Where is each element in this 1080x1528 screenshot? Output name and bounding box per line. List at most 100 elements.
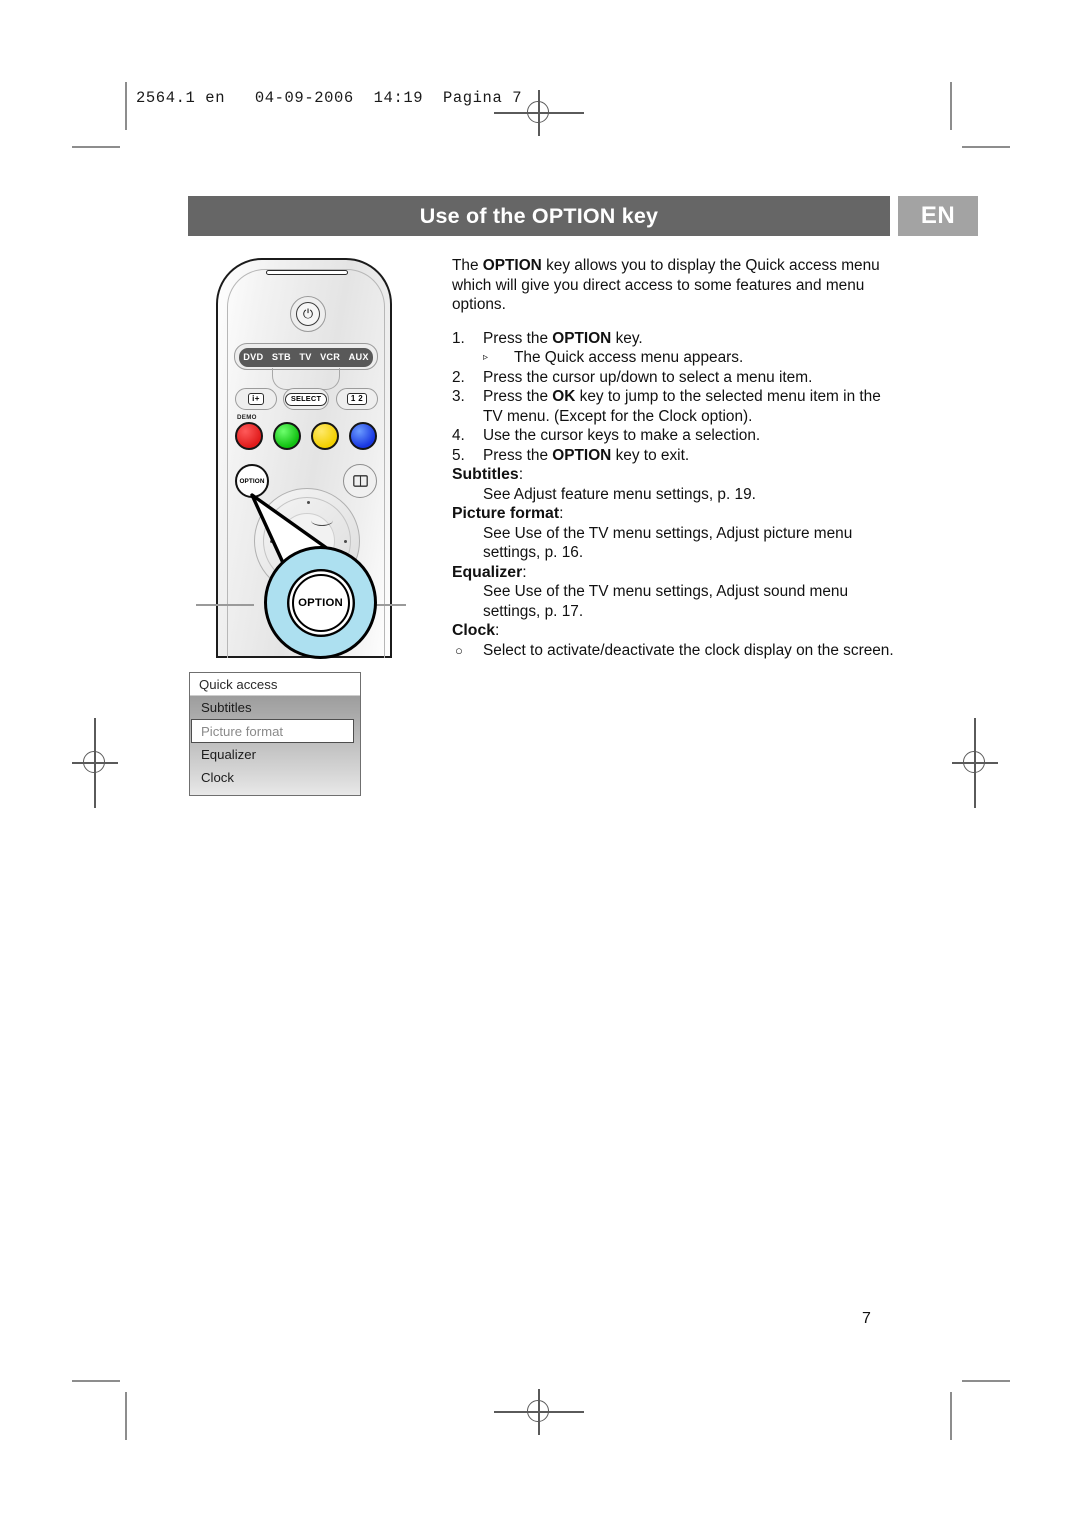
mode-select-connector <box>272 368 340 390</box>
crop-mark-top-left-horizontal <box>72 146 120 148</box>
step-1: 1. Press the OPTION key. <box>452 329 904 349</box>
section-equalizer-colon: : <box>522 563 527 581</box>
registration-mark-bottom <box>494 1389 584 1435</box>
callout-disc: OPTION <box>264 546 377 659</box>
mode-tv[interactable]: TV <box>299 352 311 362</box>
step-4-part1: Use the cursor keys to make a selection. <box>483 427 761 444</box>
book-icon <box>352 475 368 487</box>
step-5: 5. Press the OPTION key to exit. <box>452 446 904 466</box>
section-body-subtitles: See Adjust feature menu settings, p. 19. <box>483 485 756 503</box>
quick-access-menu-title: Quick access <box>190 673 360 696</box>
crop-mark-bottom-right-horizontal <box>962 1380 1010 1382</box>
section-body-clock: ○ Select to activate/deactivate the clock… <box>452 641 904 661</box>
printer-slug-line: 2564.1 en 04-09-2006 14:19 Pagina 7 <box>136 89 523 107</box>
step-3-bold: OK <box>552 388 576 405</box>
section-body-equalizer: See Use of the TV menu settings, Adjust … <box>483 583 849 620</box>
section-clock-title: Clock <box>452 622 496 639</box>
crop-mark-top-left-vertical <box>125 82 127 130</box>
quick-access-menu: Quick access Subtitles Picture format Eq… <box>189 672 361 796</box>
section-heading-equalizer: Equalizer: <box>452 563 904 583</box>
yellow-color-button[interactable] <box>311 422 339 450</box>
registration-mark-right <box>952 718 998 808</box>
intro-part1: The <box>452 257 483 274</box>
section-body-picture-format: See Use of the TV menu settings, Adjust … <box>483 524 853 562</box>
mode-vcr[interactable]: VCR <box>320 352 340 362</box>
step-3-part1: Press the <box>483 388 553 405</box>
body-content: The OPTION key allows you to display the… <box>452 256 904 660</box>
intro-bold-option: OPTION <box>482 257 542 274</box>
step-5-bold: OPTION <box>552 446 612 464</box>
power-icon: ⏻ <box>296 302 320 326</box>
green-color-button[interactable] <box>273 422 301 450</box>
pip-icon: 1 2 <box>346 393 368 405</box>
intro-paragraph: The OPTION key allows you to display the… <box>452 256 904 315</box>
step-5-part2: key to exit. <box>611 446 690 464</box>
page-title-prefix: Use of the <box>419 203 532 228</box>
callout-option-label: OPTION <box>298 596 343 609</box>
step-1-substep: ▹ The Quick access menu appears. <box>483 348 904 368</box>
step-1-bold: OPTION <box>552 329 612 347</box>
registration-mark-left <box>72 718 118 808</box>
menu-item-picture-format[interactable]: Picture format <box>191 719 354 743</box>
step-3: 3. Press the OK key to jump to the select… <box>452 387 904 426</box>
section-picture-format-colon: : <box>559 505 564 522</box>
mode-dvd[interactable]: DVD <box>243 352 263 362</box>
section-heading-subtitles: Subtitles: <box>452 465 904 485</box>
crop-mark-bottom-right-vertical <box>950 1392 952 1440</box>
section-heading-clock: Clock: <box>452 621 904 641</box>
blue-color-button[interactable] <box>349 422 377 450</box>
red-color-button[interactable] <box>235 422 263 450</box>
section-picture-format-title: Picture format <box>452 505 560 522</box>
select-button[interactable]: SELECT <box>283 388 329 410</box>
crop-mark-top-right-horizontal <box>962 146 1010 148</box>
step-2-number: 2. <box>452 368 465 386</box>
option-button-label: OPTION <box>239 477 265 485</box>
registration-mark-top <box>494 90 584 136</box>
step-1-substep-text: The Quick access menu appears. <box>514 349 744 366</box>
step-3-number: 3. <box>452 388 465 405</box>
section-equalizer-title: Equalizer <box>452 563 523 581</box>
remote-ir-slot <box>266 270 348 275</box>
section-clock-colon: : <box>495 622 500 639</box>
crop-mark-bottom-left-horizontal <box>72 1380 120 1382</box>
step-2: 2. Press the cursor up/down to select a m… <box>452 368 904 388</box>
steps-list: 1. Press the OPTION key. ▹ The Quick acces… <box>452 329 904 466</box>
crop-mark-top-right-vertical <box>950 82 952 130</box>
section-subtitles-title: Subtitles <box>452 466 519 483</box>
step-1-part1: Press the <box>483 329 553 347</box>
power-button[interactable]: ⏻ <box>290 296 326 332</box>
language-badge: EN <box>898 196 978 236</box>
step-5-number: 5. <box>452 446 465 464</box>
quick-access-menu-items: Subtitles Picture format Equalizer Clock <box>190 696 360 795</box>
page-title-band: Use of the OPTION key <box>188 196 890 236</box>
page-title: Use of the OPTION key <box>420 204 658 229</box>
mode-stb[interactable]: STB <box>272 352 291 362</box>
clock-bullet-icon: ○ <box>455 642 463 658</box>
substep-marker-icon: ▹ <box>483 352 489 363</box>
pip-button[interactable]: 1 2 <box>336 388 378 410</box>
section-heading-picture-format: Picture format: <box>452 504 904 524</box>
page-title-keyword: OPTION <box>531 203 616 228</box>
menu-item-subtitles[interactable]: Subtitles <box>190 696 360 719</box>
mode-selector-bar: DVD STB TV VCR AUX <box>234 343 378 370</box>
mode-selector-labels: DVD STB TV VCR AUX <box>239 347 373 367</box>
page-title-suffix: key <box>615 203 659 228</box>
menu-item-clock[interactable]: Clock <box>190 766 360 789</box>
step-1-number: 1. <box>452 329 465 347</box>
section-clock-text: Select to activate/deactivate the clock … <box>483 641 894 659</box>
step-1-part2: key. <box>611 329 643 347</box>
select-label: SELECT <box>284 392 328 406</box>
step-5-part1: Press the <box>483 446 553 464</box>
crop-mark-bottom-left-vertical <box>125 1392 127 1440</box>
callout-option-key[interactable]: OPTION <box>291 573 350 632</box>
step-4: 4. Use the cursor keys to make a selectio… <box>452 426 904 446</box>
step-2-part1: Press the cursor up/down to select a men… <box>483 368 813 386</box>
info-button[interactable]: i+ <box>235 388 277 410</box>
info-icon: i+ <box>248 393 264 405</box>
page-number: 7 <box>862 1310 871 1327</box>
menu-item-equalizer[interactable]: Equalizer <box>190 743 360 766</box>
mode-aux[interactable]: AUX <box>349 352 369 362</box>
demo-label: DEMO <box>237 414 257 421</box>
option-key-callout: OPTION <box>264 546 377 659</box>
section-subtitles-colon: : <box>518 466 524 483</box>
